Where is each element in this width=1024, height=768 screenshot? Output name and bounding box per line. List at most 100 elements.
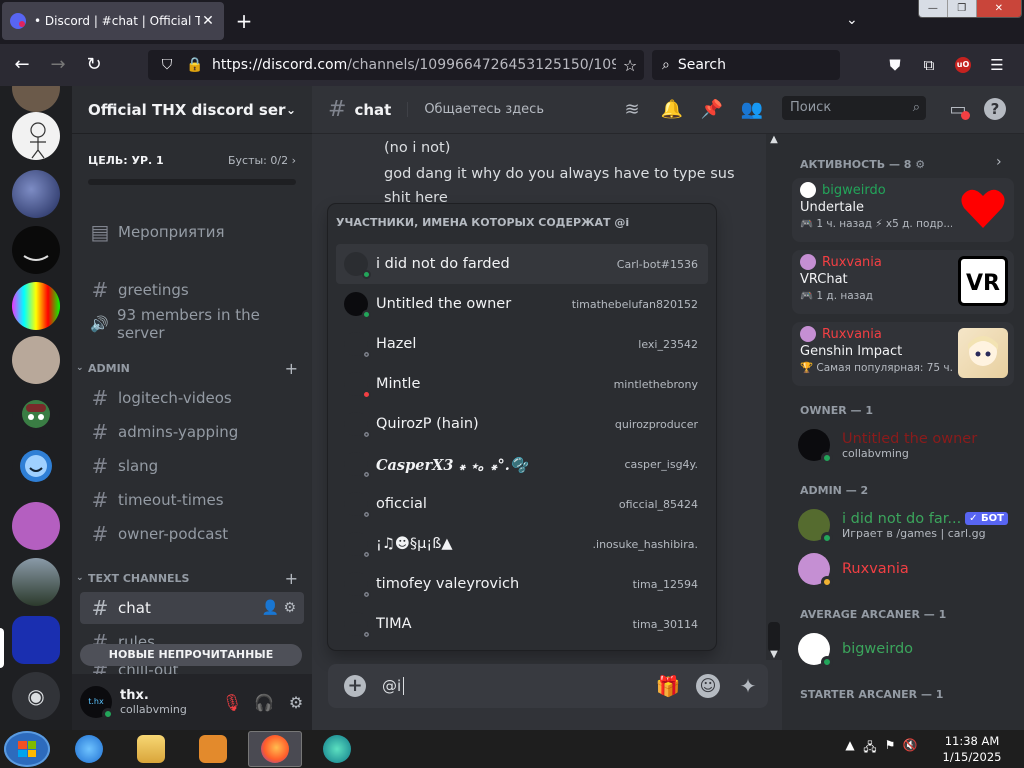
url-text[interactable]: https://discord.com/channels/10996647264… bbox=[212, 57, 616, 73]
taskbar-media-player-button[interactable] bbox=[186, 731, 240, 767]
taskbar-edge-button[interactable] bbox=[310, 731, 364, 767]
menu-hamburger-icon[interactable]: ☰ bbox=[982, 50, 1012, 80]
network-icon[interactable]: 🖧 bbox=[860, 738, 880, 759]
back-arrow-icon[interactable]: ← bbox=[8, 51, 36, 79]
member-item[interactable]: bigweirdo bbox=[798, 628, 1014, 670]
autocomplete-item[interactable]: ¡♫☻§µ¡ß▲ .inosuke_hashibira. bbox=[336, 524, 708, 564]
add-channel-icon[interactable]: + bbox=[285, 359, 298, 378]
channel-greetings[interactable]: # greetings bbox=[80, 274, 304, 306]
category-text-channels[interactable]: ⌄ TEXT CHANNELS + bbox=[76, 568, 304, 588]
taskbar-firefox-button[interactable] bbox=[248, 731, 302, 767]
autocomplete-item[interactable]: timofey valeyrovich tima_12594 bbox=[336, 564, 708, 604]
show-hidden-icons-arrow-icon[interactable]: ▲ bbox=[840, 738, 860, 759]
browser-tab[interactable]: • Discord | #chat | Official THX ✕ bbox=[2, 2, 224, 40]
server-icon[interactable] bbox=[12, 390, 60, 438]
reload-icon[interactable]: ↻ bbox=[80, 51, 108, 79]
member-list-icon[interactable]: 👥 bbox=[738, 96, 766, 124]
channel-member-count[interactable]: 🔊 93 members in the server bbox=[80, 306, 304, 342]
gear-icon[interactable]: ⚙ bbox=[915, 158, 925, 171]
add-channel-icon[interactable]: + bbox=[285, 569, 298, 588]
server-icon[interactable] bbox=[12, 502, 60, 550]
list-tabs-chevron-icon[interactable]: ⌄ bbox=[846, 12, 858, 28]
autocomplete-item[interactable]: oficcial oficcial_85424 bbox=[336, 484, 708, 524]
activity-card[interactable]: Ruxvania VRChat 🎮 1 д. назад VR bbox=[792, 250, 1014, 314]
close-window-button[interactable]: ✕ bbox=[976, 0, 1021, 17]
server-icon[interactable] bbox=[12, 558, 60, 606]
maximize-button[interactable]: ❐ bbox=[947, 0, 977, 17]
autocomplete-item[interactable]: i did not do farded Carl-bot#1536 bbox=[336, 244, 708, 284]
invite-icon[interactable]: 👤 bbox=[262, 600, 279, 616]
bookmark-star-icon[interactable]: ☆ bbox=[616, 56, 644, 75]
autocomplete-item[interactable]: Mintle mintlethebrony bbox=[336, 364, 708, 404]
browser-search-box[interactable]: ⌕ Search bbox=[652, 50, 840, 80]
channel-timeout-times[interactable]: # timeout-times bbox=[80, 484, 304, 516]
category-admin[interactable]: ⌄ ADMIN + bbox=[76, 358, 304, 378]
autocomplete-item[interactable]: QuirozP (hain) quirozproducer bbox=[336, 404, 708, 444]
events-item[interactable]: ▤ Мероприятия bbox=[80, 216, 304, 248]
scroll-up-arrow-icon[interactable]: ▲ bbox=[766, 134, 782, 145]
member-item[interactable]: Untitled the owner collabvming bbox=[798, 424, 1014, 466]
server-icon-official-thx[interactable] bbox=[12, 616, 60, 664]
autocomplete-item[interactable]: TIMA tima_30114 bbox=[336, 604, 708, 644]
scroll-down-arrow-icon[interactable]: ▼ bbox=[766, 649, 782, 660]
server-icon[interactable] bbox=[12, 226, 60, 274]
new-tab-button[interactable]: + bbox=[232, 10, 256, 34]
autocomplete-item[interactable]: Hazel lexi_23542 bbox=[336, 324, 708, 364]
action-center-flag-icon[interactable]: ⚑ bbox=[880, 738, 900, 759]
gear-icon[interactable]: ⚙ bbox=[283, 600, 296, 616]
channel-owner-podcast[interactable]: # owner-podcast bbox=[80, 518, 304, 550]
lock-icon[interactable]: 🔒 bbox=[184, 57, 206, 73]
server-icon[interactable] bbox=[12, 170, 60, 218]
url-bar[interactable]: ⛉ 🔒 https://discord.com/channels/1099664… bbox=[148, 50, 644, 80]
activity-card[interactable]: Ruxvania Genshin Impact 🏆 Самая популярн… bbox=[792, 322, 1014, 386]
extensions-icon[interactable]: ⧉ bbox=[914, 50, 944, 80]
taskbar-explorer-button[interactable] bbox=[124, 731, 178, 767]
headphones-icon[interactable]: 🎧 bbox=[248, 693, 280, 712]
server-icon[interactable] bbox=[12, 86, 60, 112]
inbox-icon[interactable]: ▭ bbox=[944, 96, 972, 124]
new-unreads-pill[interactable]: НОВЫЕ НЕПРОЧИТАННЫЕ bbox=[80, 644, 302, 666]
user-settings-gear-icon[interactable]: ⚙ bbox=[280, 693, 312, 712]
channel-admins-yapping[interactable]: # admins-yapping bbox=[80, 416, 304, 448]
server-header[interactable]: Official THX discord serv... ⌄ bbox=[72, 86, 312, 134]
gift-icon[interactable]: 🎁 bbox=[648, 674, 688, 698]
minimize-button[interactable]: — bbox=[919, 0, 948, 17]
taskbar-ie-button[interactable] bbox=[62, 731, 116, 767]
pin-icon[interactable]: 📌 bbox=[698, 96, 726, 124]
autocomplete-item[interactable]: Untitled the owner timathebelufan820152 bbox=[336, 284, 708, 324]
forward-arrow-icon[interactable]: → bbox=[44, 51, 72, 79]
channel-slang[interactable]: # slang bbox=[80, 450, 304, 482]
pocket-icon[interactable]: ⛊ bbox=[880, 50, 910, 80]
close-tab-icon[interactable]: ✕ bbox=[200, 13, 216, 29]
activity-card[interactable]: bigweirdo Undertale 🎮 1 ч. назад ⚡ x5 д.… bbox=[792, 178, 1014, 242]
apps-icon[interactable]: ✦ bbox=[728, 674, 768, 698]
start-button[interactable] bbox=[4, 731, 50, 767]
chevron-right-icon[interactable]: › bbox=[996, 154, 1002, 170]
member-item[interactable]: Ruxvania bbox=[798, 548, 1014, 590]
autocomplete-item[interactable]: CasperX3 ꘎ ⋆｡ ꘎°.🫧 casper_isg4y. bbox=[336, 444, 708, 484]
message-input[interactable]: @i bbox=[382, 677, 648, 696]
notification-bell-icon[interactable]: 🔔 bbox=[658, 96, 686, 124]
upload-plus-icon[interactable]: + bbox=[344, 675, 366, 697]
discover-servers-icon[interactable]: ◉ bbox=[12, 672, 60, 720]
channel-logitech-videos[interactable]: # logitech-videos bbox=[80, 382, 304, 414]
message-scrollbar[interactable]: ▲ ▼ bbox=[766, 134, 782, 660]
user-names[interactable]: thx. collabvming bbox=[120, 688, 216, 716]
mic-muted-icon[interactable]: 🎙 bbox=[216, 693, 248, 712]
emoji-icon[interactable]: ☺ bbox=[696, 674, 720, 698]
ublock-icon[interactable]: uO bbox=[948, 50, 978, 80]
channel-chat[interactable]: # chat 👤 ⚙ bbox=[80, 592, 304, 624]
channel-topic[interactable]: Общаетесь здесь bbox=[407, 102, 544, 117]
server-icon[interactable] bbox=[12, 112, 60, 160]
volume-muted-icon[interactable]: 🔇 bbox=[900, 738, 920, 759]
boost-goal[interactable]: ЦЕЛЬ: УР. 1 Бусты: 0/2 › bbox=[72, 134, 312, 204]
shield-icon[interactable]: ⛉ bbox=[156, 57, 178, 73]
server-icon[interactable] bbox=[12, 444, 60, 492]
scrollbar-thumb[interactable] bbox=[768, 622, 780, 652]
server-icon[interactable] bbox=[12, 282, 60, 330]
clock[interactable]: 11:38 AM 1/15/2025 bbox=[940, 733, 1004, 765]
threads-icon[interactable]: ≋ bbox=[618, 96, 646, 124]
message-search-input[interactable]: Поиск ⌕ bbox=[782, 96, 926, 120]
user-avatar[interactable]: t.hx bbox=[80, 686, 114, 720]
server-icon[interactable] bbox=[12, 336, 60, 384]
